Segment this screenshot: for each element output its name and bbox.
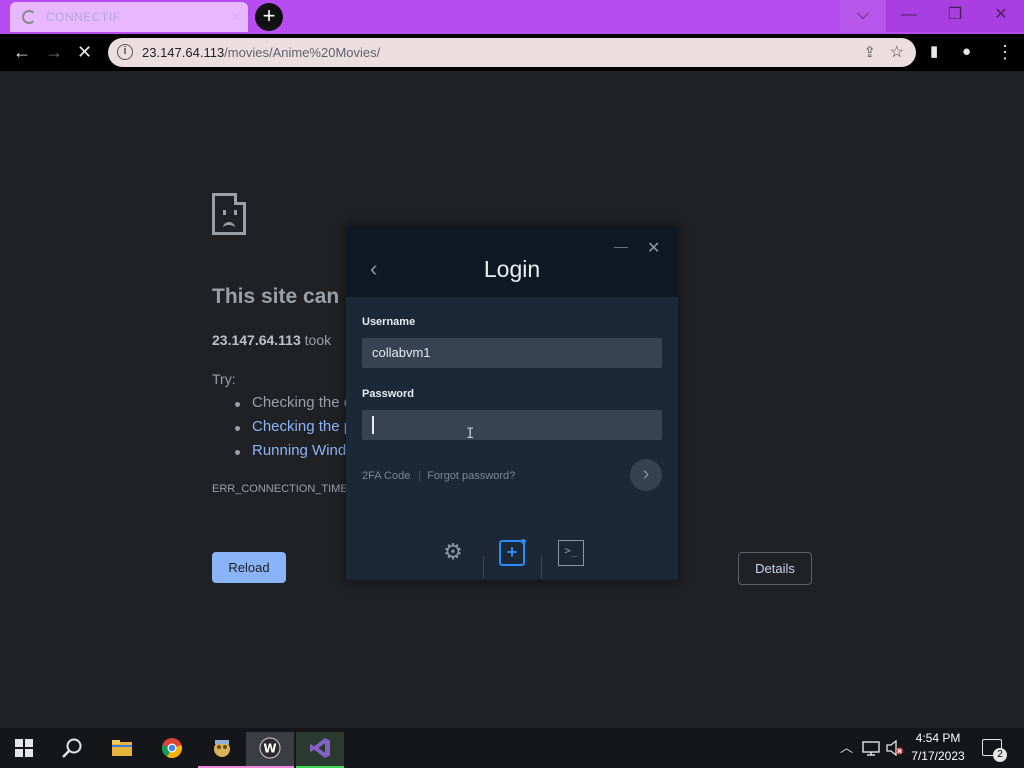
text-caret	[372, 416, 374, 434]
tray-chevron-icon[interactable]: ︿	[840, 737, 853, 756]
back-arrow-icon[interactable]: ←	[13, 42, 31, 62]
tab-title: CONNECTIF	[46, 10, 121, 24]
menu-kebab-icon[interactable]: ⋮	[996, 42, 1014, 62]
w-app-icon[interactable]: W	[246, 732, 294, 768]
volume-muted-icon[interactable]	[886, 740, 904, 756]
login-links: 2FA Code | Forgot password?	[362, 470, 515, 482]
url-text[interactable]: 23.147.64.113/movies/Anime%20Movies/	[142, 45, 380, 60]
suggestion-link[interactable]: Checking the p	[234, 418, 352, 442]
login-header: ‹ Login — ✕	[346, 226, 678, 297]
tab-active[interactable]: CONNECTIF ×	[10, 2, 248, 32]
minimize-button[interactable]: —	[886, 0, 932, 32]
window-controls: ⌵ — ❐ ✕	[840, 0, 1024, 32]
close-window-button[interactable]: ✕	[978, 0, 1024, 32]
ibeam-cursor-icon: I	[466, 426, 475, 442]
share-icon[interactable]: ⇪	[863, 43, 876, 61]
forward-arrow-icon[interactable]: →	[45, 42, 63, 62]
restore-button[interactable]: ❐	[932, 0, 978, 32]
network-icon[interactable]	[862, 740, 880, 756]
suggestion-item: Checking the c	[234, 394, 352, 418]
chrome-icon[interactable]	[148, 732, 196, 768]
tab-close-icon[interactable]: ×	[232, 8, 240, 24]
address-bar[interactable]: i 23.147.64.113/movies/Anime%20Movies/ ⇪…	[108, 38, 916, 67]
add-account-icon[interactable]: +	[499, 539, 526, 566]
sad-document-icon	[212, 193, 246, 235]
error-detail: 23.147.64.113 took	[212, 332, 331, 348]
dialog-close-icon[interactable]: ✕	[647, 238, 660, 258]
error-detail-text: took	[300, 332, 332, 348]
error-code: ERR_CONNECTION_TIMEI	[212, 483, 351, 495]
suggestion-list: Checking the c Checking the p Running Wi…	[234, 394, 352, 466]
visual-studio-icon[interactable]	[296, 732, 344, 768]
url-host: 23.147.64.113	[142, 45, 225, 60]
side-panel-icon[interactable]: ▮	[930, 42, 938, 62]
clock-time[interactable]: 4:54 PM	[908, 731, 968, 745]
new-tab-button[interactable]: +	[255, 3, 283, 31]
windows-taskbar: W ︿ 4:54 PM 7/17/2023 2	[0, 728, 1024, 768]
notification-count-badge: 2	[993, 748, 1007, 762]
browser-toolbar: ← → ✕ i 23.147.64.113/movies/Anime%20Mov…	[0, 34, 1024, 71]
username-label: Username	[362, 316, 416, 328]
footer-divider	[483, 556, 484, 578]
reload-button[interactable]: Reload	[212, 552, 286, 583]
clock-date[interactable]: 7/17/2023	[908, 749, 968, 763]
error-host: 23.147.64.113	[212, 332, 301, 348]
browser-tab-bar: CONNECTIF × + ⌵ — ❐ ✕	[0, 0, 1024, 34]
search-taskbar-icon[interactable]	[48, 732, 96, 768]
file-explorer-icon[interactable]	[98, 732, 146, 768]
try-label: Try:	[212, 371, 236, 387]
forgot-password-link[interactable]: Forgot password?	[427, 470, 515, 482]
pink-app-icon[interactable]	[198, 732, 246, 768]
stop-loading-icon[interactable]: ✕	[77, 42, 92, 62]
link-separator: |	[418, 470, 422, 482]
footer-divider	[541, 556, 542, 578]
svg-text:W: W	[263, 742, 276, 756]
details-button[interactable]: Details	[738, 552, 812, 585]
profile-icon[interactable]: ●	[962, 42, 971, 62]
password-label: Password	[362, 388, 414, 400]
notification-dot	[521, 539, 526, 544]
twofa-link[interactable]: 2FA Code	[362, 470, 410, 482]
loading-spinner-icon	[22, 10, 36, 24]
password-field[interactable]: I	[362, 410, 662, 442]
error-title: This site can	[212, 285, 340, 308]
username-field[interactable]: collabvm1	[362, 338, 662, 368]
tab-search-icon[interactable]: ⌵	[840, 0, 886, 32]
site-info-icon[interactable]: i	[117, 44, 133, 60]
submit-arrow-button[interactable]: ›	[630, 459, 662, 491]
url-path: /movies/Anime%20Movies/	[224, 45, 381, 60]
plus-glyph: +	[506, 542, 518, 562]
suggestion-link[interactable]: Running Wind	[234, 442, 352, 466]
settings-gear-icon[interactable]: ⚙	[440, 540, 466, 566]
login-title: Login	[483, 256, 541, 282]
windows-start-icon[interactable]	[15, 739, 33, 757]
dialog-minimize-icon[interactable]: —	[614, 238, 628, 254]
bookmark-star-icon[interactable]: ☆	[890, 42, 904, 62]
login-dialog: ‹ Login — ✕ Username collabvm1 Password …	[346, 226, 678, 580]
terminal-icon[interactable]: >_	[558, 540, 584, 566]
